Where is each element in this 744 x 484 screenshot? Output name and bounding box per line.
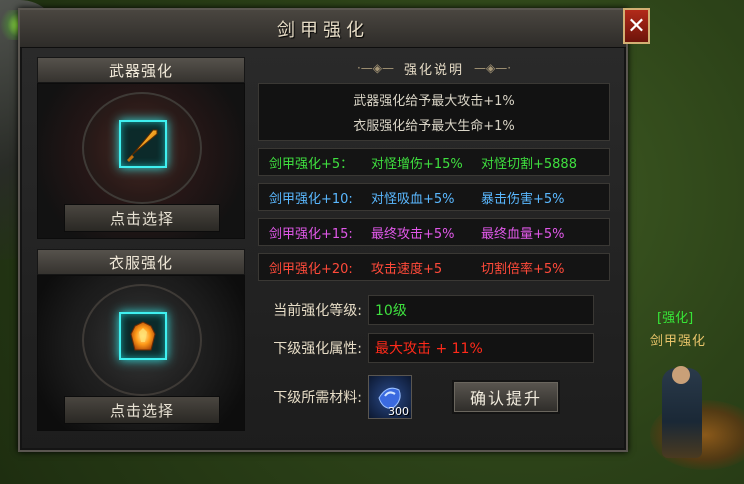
- tier-bonus-a: 攻击速度+5: [371, 261, 443, 277]
- npc-tag: [强化]: [657, 311, 694, 326]
- armor-select-button[interactable]: 点击选择: [64, 396, 220, 424]
- window-title: 剑甲强化: [277, 19, 369, 41]
- weapon-select-button[interactable]: 点击选择: [64, 204, 220, 232]
- ornament-right-icon: —◈—·: [474, 61, 512, 75]
- materials-label: 下级所需材料:: [273, 390, 362, 406]
- material-slot[interactable]: 300: [368, 375, 412, 419]
- title-bar: 剑甲强化: [20, 10, 626, 48]
- weapon-panel-header: 武器强化: [37, 57, 245, 83]
- current-level-label: 当前强化等级:: [273, 303, 362, 319]
- tier-bonus-b: 最终血量+5%: [481, 226, 565, 242]
- next-attribute-label: 下级强化属性:: [273, 341, 362, 357]
- material-count: 300: [388, 405, 409, 418]
- npc-name[interactable]: 剑甲强化: [650, 330, 706, 349]
- current-level-row: 当前强化等级: 10级: [258, 295, 610, 325]
- description-line: 衣服强化给予最大生命+1%: [353, 119, 515, 134]
- bonus-tier-row: 剑甲强化+15: 最终攻击+5% 最终血量+5%: [258, 218, 610, 246]
- tier-bonus-b: 切割倍率+5%: [481, 261, 565, 277]
- current-level-value: 10级: [368, 295, 594, 325]
- confirm-upgrade-button[interactable]: 确认提升: [452, 380, 560, 414]
- bonus-tier-row: 剑甲强化+20: 攻击速度+5 切割倍率+5%: [258, 253, 610, 281]
- enhancement-window: 剑甲强化 武器强化 点击选择 衣服强化 点击选择 ·—◈— 强化说明 —◈—· …: [18, 8, 628, 452]
- weapon-item-slot[interactable]: [119, 120, 167, 168]
- item-slots-column: 武器强化 点击选择 衣服强化 点击选择: [37, 57, 245, 431]
- description-box: 武器强化给予最大攻击+1% 衣服强化给予最大生命+1%: [258, 83, 610, 141]
- description-line: 武器强化给予最大攻击+1%: [353, 94, 515, 109]
- armor-item-slot[interactable]: [119, 312, 167, 360]
- tier-level: 剑甲强化+5：: [269, 156, 354, 172]
- next-attribute-value: 最大攻击 + 11%: [368, 333, 594, 363]
- tier-bonus-a: 对怪吸血+5%: [371, 191, 455, 207]
- bonus-tier-row: 剑甲强化+5： 对怪增伤+15% 对怪切割+5888: [258, 148, 610, 176]
- npc-head: [672, 366, 690, 384]
- close-button[interactable]: ✕: [623, 8, 650, 44]
- ornament-left-icon: ·—◈—: [356, 61, 394, 75]
- description-title: 强化说明: [403, 62, 464, 78]
- enhancement-info-column: ·—◈— 强化说明 —◈—· 武器强化给予最大攻击+1% 衣服强化给予最大生命+…: [258, 57, 610, 419]
- tier-bonus-a: 最终攻击+5%: [371, 226, 455, 242]
- bonus-tier-row: 剑甲强化+10: 对怪吸血+5% 暴击伤害+5%: [258, 183, 610, 211]
- armor-panel: 点击选择: [37, 275, 245, 431]
- description-header: ·—◈— 强化说明 —◈—·: [258, 57, 610, 79]
- golden-sword-icon: [127, 129, 158, 162]
- materials-row: 下级所需材料: 300 确认提升: [258, 375, 610, 419]
- weapon-panel: 点击选择: [37, 83, 245, 239]
- tier-level: 剑甲强化+10:: [269, 191, 353, 207]
- flame-armor-icon: [130, 321, 156, 351]
- tier-bonus-b: 对怪切割+5888: [481, 156, 577, 172]
- tier-bonus-a: 对怪增伤+15%: [371, 156, 463, 172]
- tier-level: 剑甲强化+15:: [269, 226, 353, 242]
- tier-bonus-b: 暴击伤害+5%: [481, 191, 565, 207]
- armor-panel-header: 衣服强化: [37, 249, 245, 275]
- tier-level: 剑甲强化+20:: [269, 261, 353, 277]
- next-attribute-row: 下级强化属性: 最大攻击 + 11%: [258, 333, 610, 363]
